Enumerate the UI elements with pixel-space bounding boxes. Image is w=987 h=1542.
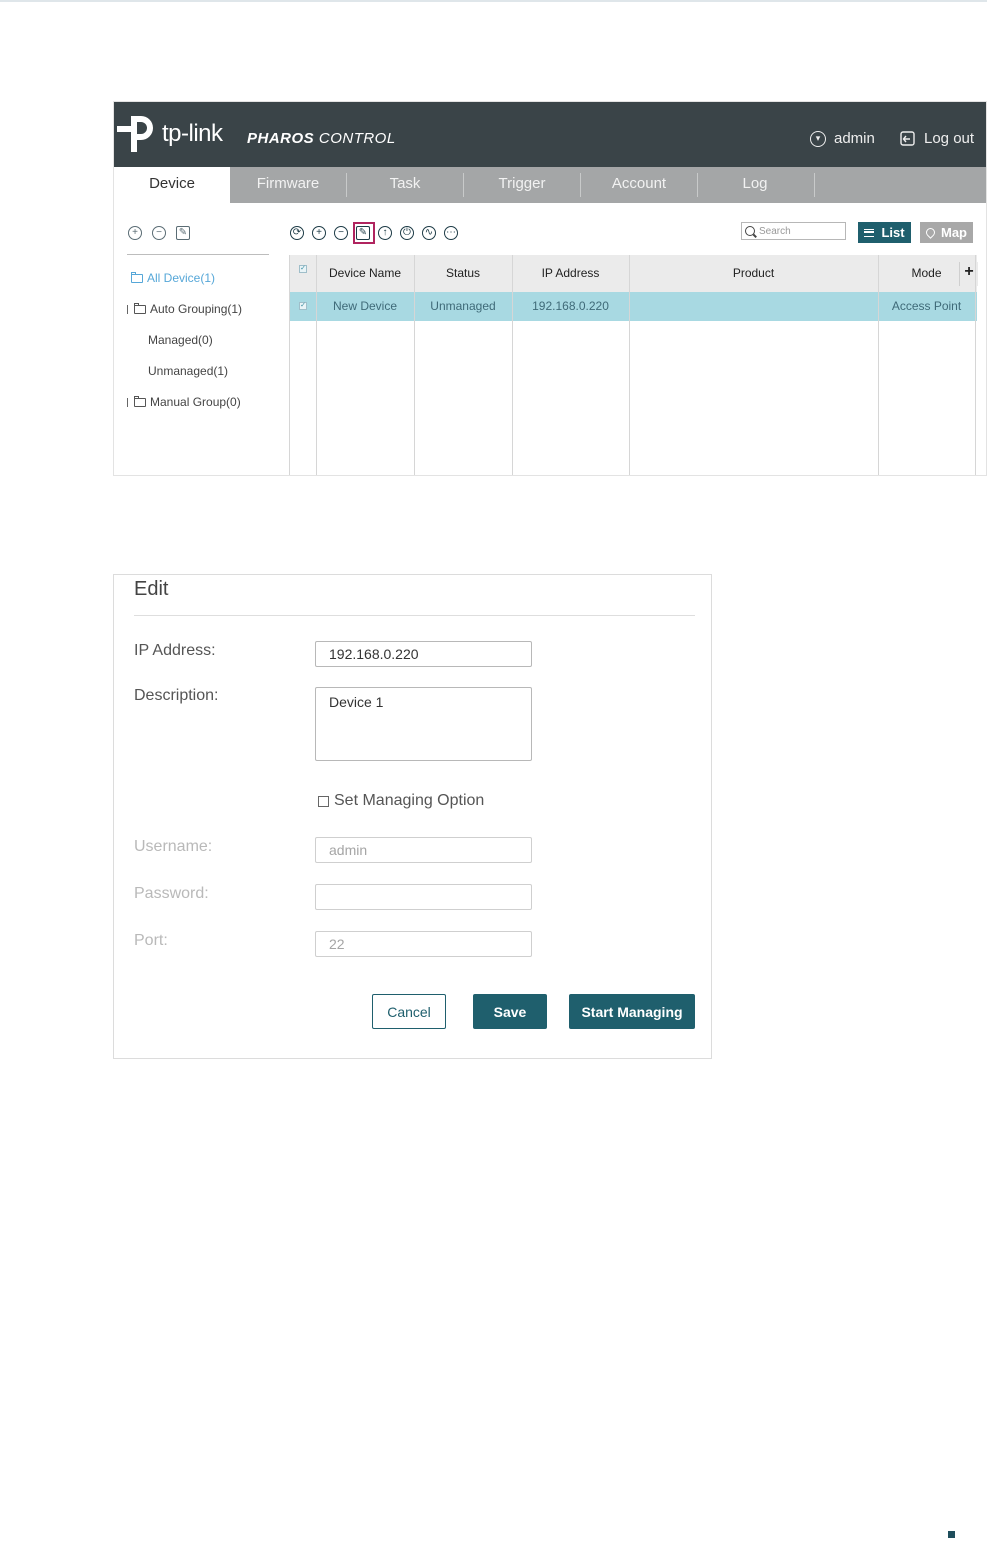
- tree-item-label: Auto Grouping(1): [150, 302, 243, 316]
- column-divider: [975, 255, 976, 475]
- user-menu[interactable]: ▾ admin: [810, 130, 875, 147]
- managing-option-checkbox[interactable]: [318, 795, 329, 807]
- cell-product: [629, 292, 878, 321]
- group-toolbar: + − ✎: [128, 226, 190, 240]
- edit-dialog: Edit IP Address: 192.168.0.220 Descripti…: [113, 574, 712, 1059]
- tab-account[interactable]: Account: [581, 167, 697, 203]
- sidebar-divider: [127, 254, 269, 255]
- tree-item-manual-group[interactable]: Manual Group(0): [127, 395, 241, 409]
- app-header: tp-link PHAROS CONTROL ▾ admin Log out: [114, 102, 986, 167]
- logout-icon: [900, 130, 915, 146]
- refresh-icon[interactable]: ⟳: [290, 226, 304, 240]
- power-icon[interactable]: ⏻: [400, 226, 414, 240]
- logout-button[interactable]: Log out: [900, 130, 974, 147]
- dialog-title: Edit: [134, 578, 169, 600]
- table-header: ✓ Device Name Status IP Address Product …: [290, 255, 977, 293]
- folder-icon: [134, 395, 146, 407]
- ip-address-label: IP Address:: [134, 642, 216, 659]
- cell-status: Unmanaged: [430, 299, 496, 313]
- managing-option-label: Set Managing Option: [334, 792, 485, 809]
- tab-firmware[interactable]: Firmware: [230, 167, 346, 203]
- set-managing-option[interactable]: Set Managing Option: [318, 792, 484, 810]
- column-divider: [316, 255, 317, 475]
- more-icon[interactable]: ⋯: [444, 226, 458, 240]
- tree-item-label: Managed(0): [148, 333, 213, 347]
- tree-item-all-device[interactable]: All Device(1): [131, 271, 215, 285]
- select-all-cell: ✓: [290, 255, 316, 292]
- title-divider: [134, 615, 695, 616]
- folder-icon: [131, 271, 143, 283]
- row-checkbox[interactable]: ✓: [299, 302, 307, 310]
- brand-name: tp-link: [162, 120, 223, 147]
- upgrade-icon[interactable]: ↑: [378, 226, 392, 240]
- edit-highlight-box: [353, 222, 375, 244]
- logout-label: Log out: [924, 130, 975, 147]
- pharos-control-window: tp-link PHAROS CONTROL ▾ admin Log out D…: [113, 101, 987, 476]
- add-group-icon[interactable]: +: [128, 226, 142, 240]
- tab-trigger[interactable]: Trigger: [464, 167, 580, 203]
- tab-log[interactable]: Log: [697, 167, 813, 203]
- list-view-label: List: [881, 225, 905, 240]
- list-icon: [864, 228, 875, 237]
- tree-item-unmanaged[interactable]: Unmanaged(1): [148, 364, 228, 378]
- tab-divider: [814, 173, 815, 197]
- search-input[interactable]: Search: [741, 222, 846, 240]
- search-icon: [745, 226, 755, 236]
- port-label: Port:: [134, 932, 168, 949]
- column-divider: [512, 255, 513, 475]
- column-device-name[interactable]: Device Name: [316, 255, 414, 292]
- column-product[interactable]: Product: [629, 255, 878, 292]
- tree-item-label: All Device(1): [147, 271, 216, 285]
- device-table: ✓ Device Name Status IP Address Product …: [289, 255, 978, 475]
- reset-icon[interactable]: ∿: [422, 226, 436, 240]
- row-checkbox-cell: ✓: [290, 292, 316, 321]
- tree-item-managed[interactable]: Managed(0): [148, 333, 213, 347]
- tp-link-logo-icon: [117, 116, 153, 152]
- column-status[interactable]: Status: [414, 255, 512, 292]
- password-label: Password:: [134, 885, 209, 902]
- remove-device-icon[interactable]: −: [334, 226, 348, 240]
- remove-group-icon[interactable]: −: [152, 226, 166, 240]
- folder-icon: [134, 302, 146, 314]
- user-name: admin: [834, 130, 875, 147]
- column-divider: [629, 255, 630, 475]
- tree-item-label: Manual Group(0): [150, 395, 241, 409]
- list-view-button[interactable]: List: [858, 222, 911, 243]
- app-name: PHAROS CONTROL: [247, 130, 396, 147]
- save-button[interactable]: Save: [473, 994, 547, 1029]
- user-icon: ▾: [810, 130, 826, 147]
- expander-icon[interactable]: [127, 304, 128, 314]
- map-view-button[interactable]: Map: [920, 222, 973, 243]
- add-device-icon[interactable]: +: [312, 226, 326, 240]
- main-tabs: Device Firmware Task Trigger Account Log: [114, 167, 986, 203]
- username-field[interactable]: admin: [315, 837, 532, 863]
- cancel-button[interactable]: Cancel: [372, 994, 446, 1029]
- ip-address-field[interactable]: 192.168.0.220: [315, 641, 532, 667]
- tab-task[interactable]: Task: [347, 167, 463, 203]
- expander-icon[interactable]: [127, 397, 128, 407]
- table-row[interactable]: ✓ New Device Unmanaged 192.168.0.220 Acc…: [290, 292, 977, 321]
- password-field[interactable]: [315, 884, 532, 910]
- column-divider: [878, 255, 879, 475]
- column-divider: [414, 255, 415, 475]
- tree-item-auto-grouping[interactable]: Auto Grouping(1): [127, 302, 242, 316]
- cell-device-name: New Device: [332, 299, 398, 313]
- map-pin-icon: [924, 226, 937, 239]
- page-top-rule: [0, 0, 987, 2]
- edit-group-icon[interactable]: ✎: [176, 226, 190, 240]
- select-all-checkbox[interactable]: ✓: [299, 265, 307, 273]
- tab-device[interactable]: Device: [114, 167, 230, 203]
- description-field[interactable]: Device 1: [315, 687, 532, 761]
- start-managing-button[interactable]: Start Managing: [569, 994, 695, 1029]
- cell-mode: Access Point: [891, 299, 962, 313]
- search-placeholder: Search: [759, 225, 791, 237]
- cell-ip-address: 192.168.0.220: [532, 299, 609, 313]
- map-view-label: Map: [941, 225, 967, 240]
- page-marker: [948, 1531, 955, 1538]
- port-field[interactable]: 22: [315, 931, 532, 957]
- username-label: Username:: [134, 838, 213, 855]
- description-label: Description:: [134, 687, 219, 704]
- column-ip-address[interactable]: IP Address: [512, 255, 629, 292]
- tree-item-label: Unmanaged(1): [148, 364, 229, 378]
